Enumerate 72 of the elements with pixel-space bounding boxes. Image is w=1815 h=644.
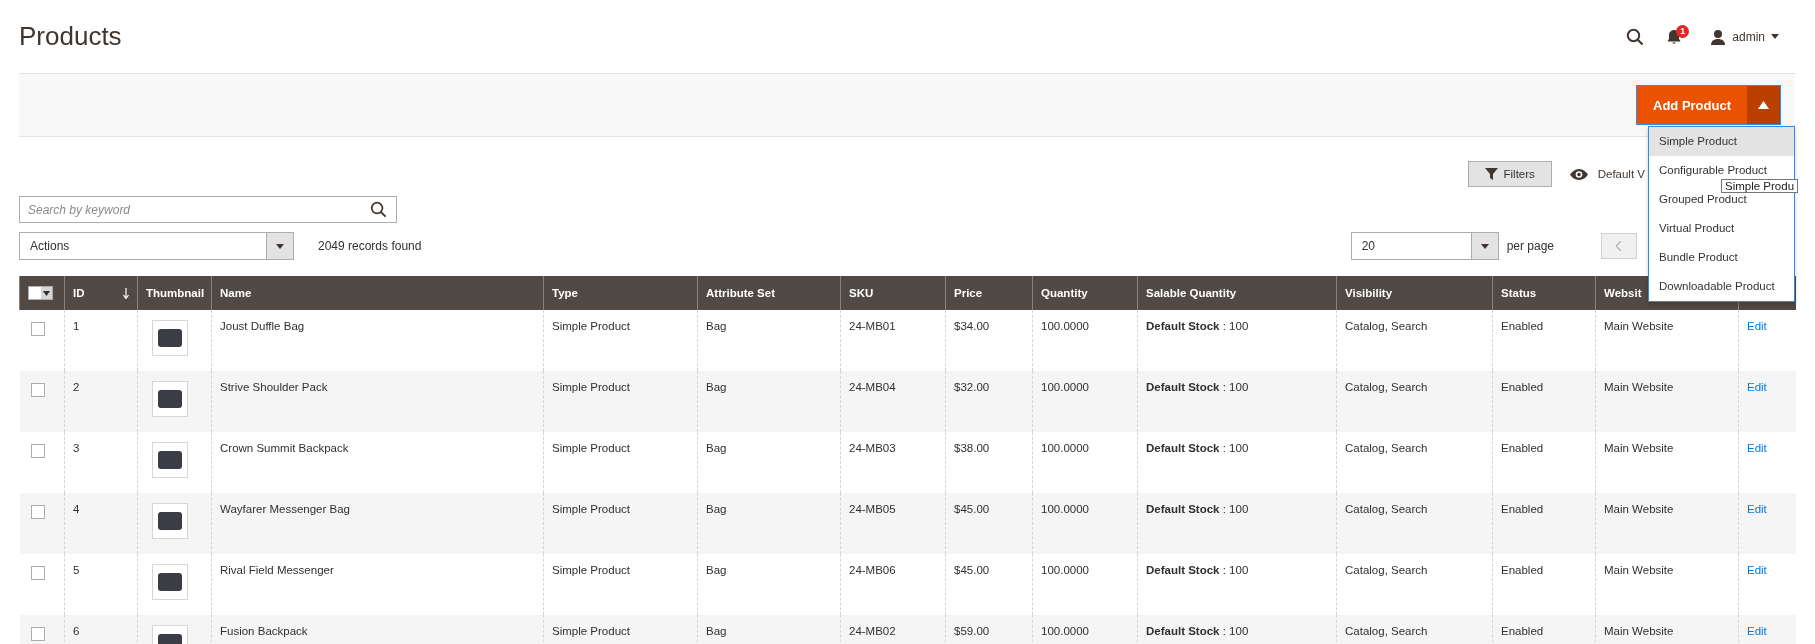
table-cell: 100.0000 [1041, 320, 1089, 332]
table-cell: Main Website [1604, 564, 1674, 576]
per-page-label: per page [1506, 239, 1554, 253]
table-cell: Default Stock : 100 [1146, 625, 1249, 637]
table-cell: Enabled [1501, 320, 1544, 332]
table-cell: Catalog, Search [1345, 625, 1428, 637]
table-cell: 100.0000 [1041, 442, 1089, 454]
tooltip: Simple Produ [1721, 179, 1799, 193]
table-cell: Joust Duffle Bag [220, 320, 305, 332]
table-cell: Catalog, Search [1345, 442, 1428, 454]
table-cell: Simple Product [552, 320, 630, 332]
table-cell: Enabled [1501, 381, 1544, 393]
records-count: 2049 records found [318, 239, 423, 253]
table-cell: $45.00 [954, 503, 990, 515]
table-cell: $59.00 [954, 625, 990, 637]
table-cell: Main Website [1604, 381, 1674, 393]
table-cell: Enabled [1501, 625, 1544, 637]
table-cell: Catalog, Search [1345, 381, 1428, 393]
table-cell: 1 [73, 320, 80, 332]
table-cell: Bag [706, 320, 727, 332]
page-title: Products [19, 21, 123, 52]
table-cell: Bag [706, 503, 727, 515]
table-cell: $34.00 [954, 320, 990, 332]
table-cell: Enabled [1501, 564, 1544, 576]
table-cell: Main Website [1604, 320, 1674, 332]
table-cell: Default Stock : 100 [1146, 320, 1249, 332]
table-cell: 24-MB06 [849, 564, 896, 576]
table-cell: Simple Product [552, 625, 630, 637]
table-cell: Bag [706, 625, 727, 637]
table-cell: Main Website [1604, 503, 1674, 515]
notification-count: 1 [1676, 24, 1690, 38]
table-cell: $45.00 [954, 564, 990, 576]
table-cell: Main Website [1604, 442, 1674, 454]
table-cell: Default Stock : 100 [1146, 381, 1249, 393]
table-cell: Default Stock : 100 [1146, 564, 1249, 576]
table-cell: Bag [706, 442, 727, 454]
table-cell: Wayfarer Messenger Bag [220, 503, 350, 515]
table-cell: Simple Product [552, 503, 630, 515]
table-cell: Simple Product [552, 442, 630, 454]
table-cell: 24-MB02 [849, 625, 896, 637]
table-cell: Default Stock : 100 [1146, 503, 1249, 515]
table-cell: 24-MB05 [849, 503, 896, 515]
table-cell: 24-MB04 [849, 381, 896, 393]
table-cell: Main Website [1604, 625, 1674, 637]
table-cell: Catalog, Search [1345, 503, 1428, 515]
column-title: ID [73, 287, 85, 299]
table-cell: 100.0000 [1041, 625, 1089, 637]
table-cell: Simple Product [552, 381, 630, 393]
table-cell: Simple Product [552, 564, 630, 576]
table-cell: Rival Field Messenger [220, 564, 334, 576]
table-cell: 2 [73, 381, 80, 393]
table-cell: 100.0000 [1041, 381, 1089, 393]
table-cell: Enabled [1501, 442, 1544, 454]
table-cell: 24-MB03 [849, 442, 896, 454]
table-cell: Crown Summit Backpack [220, 442, 349, 454]
table-cell: Default Stock : 100 [1146, 442, 1249, 454]
table-cell: 6 [73, 625, 80, 637]
table-cell: Bag [706, 381, 727, 393]
table-cell: Catalog, Search [1345, 564, 1428, 576]
table-cell: Fusion Backpack [220, 625, 308, 637]
table-cell: 3 [73, 442, 80, 454]
table-cell: Catalog, Search [1345, 320, 1428, 332]
table-cell: 100.0000 [1041, 564, 1089, 576]
table-cell: $32.00 [954, 381, 990, 393]
table-cell: 100.0000 [1041, 503, 1089, 515]
table-cell: 4 [73, 503, 80, 515]
table-cell: 24-MB01 [849, 320, 896, 332]
table-cell: Strive Shoulder Pack [220, 381, 328, 393]
table-cell: $38.00 [954, 442, 990, 454]
table-cell: Enabled [1501, 503, 1544, 515]
table-cell: 5 [73, 564, 80, 576]
table-cell: Bag [706, 564, 727, 576]
